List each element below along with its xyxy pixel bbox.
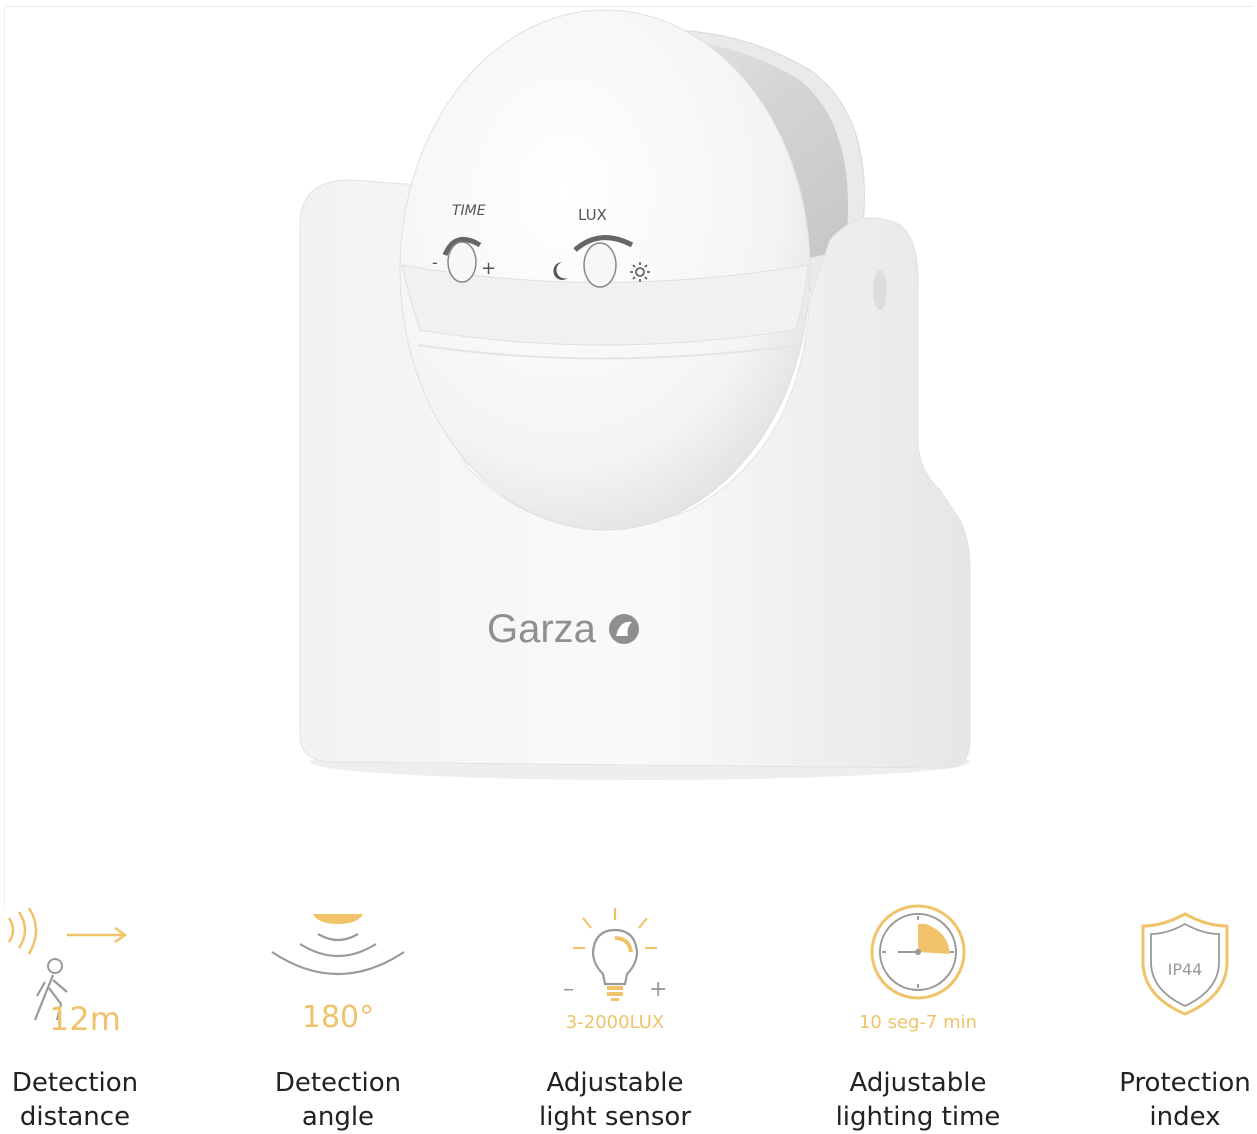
feature-value: 10 seg-7 min <box>858 1012 978 1033</box>
svg-text:+: + <box>649 977 667 1002</box>
brand-bird-icon <box>609 614 639 644</box>
feature-caption: Adjustable light sensor <box>538 1068 692 1132</box>
feature-value: 180° <box>301 1000 375 1035</box>
feature-caption: Detection angle <box>274 1068 402 1132</box>
feature-caption: Detection distance <box>11 1068 139 1132</box>
svg-text:LUX: LUX <box>578 206 607 224</box>
shield-icon: IP44 <box>1141 912 1229 1016</box>
feature-value: 3-2000LUX <box>565 1012 665 1033</box>
motion-sensor-product-image: TIME - + LUX Garza <box>299 9 971 780</box>
brand-logo: Garza <box>487 607 597 651</box>
feature-caption: Adjustable lighting time <box>835 1068 1001 1132</box>
svg-text:+: + <box>481 258 496 279</box>
svg-text:–: – <box>563 977 574 1002</box>
feature-value: 12m <box>49 1000 121 1038</box>
svg-text:TIME: TIME <box>452 203 486 219</box>
ip-rating-label: IP44 <box>1168 960 1203 979</box>
pivot-screw <box>873 270 887 310</box>
svg-text:-: - <box>432 253 438 272</box>
feature-caption: Protection index <box>1119 1068 1251 1132</box>
